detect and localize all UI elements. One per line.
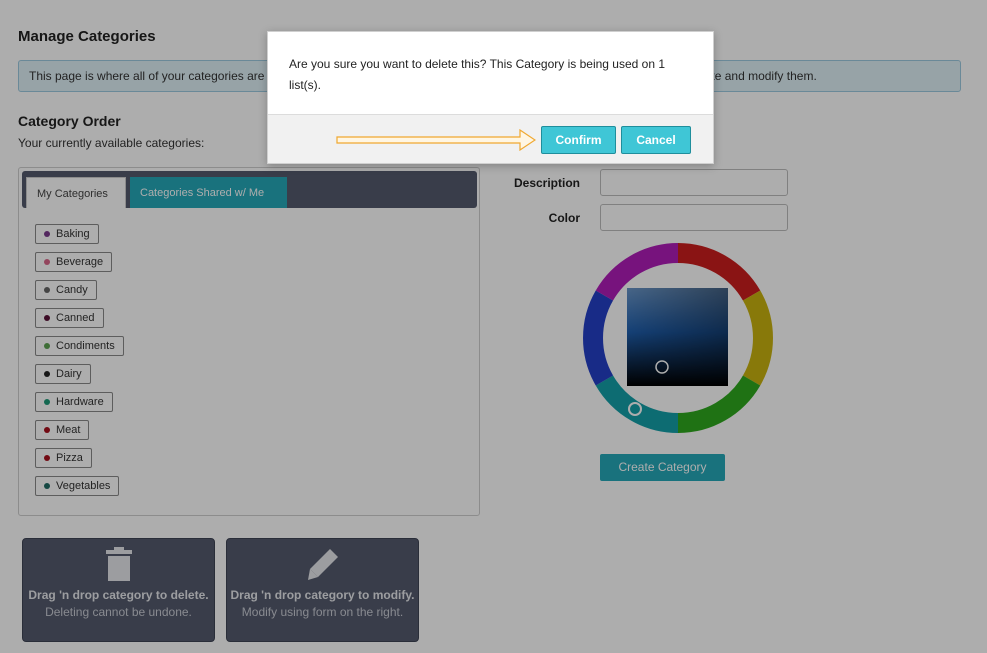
arrow-right-icon bbox=[336, 129, 536, 151]
manage-categories-page: Manage Categories This page is where all… bbox=[0, 0, 987, 653]
confirm-button[interactable]: Confirm bbox=[541, 126, 616, 154]
cancel-button[interactable]: Cancel bbox=[621, 126, 691, 154]
dialog-message: Are you sure you want to delete this? Th… bbox=[289, 57, 666, 92]
delete-confirm-dialog: Are you sure you want to delete this? Th… bbox=[267, 31, 714, 164]
dialog-footer: Confirm Cancel bbox=[268, 114, 713, 163]
